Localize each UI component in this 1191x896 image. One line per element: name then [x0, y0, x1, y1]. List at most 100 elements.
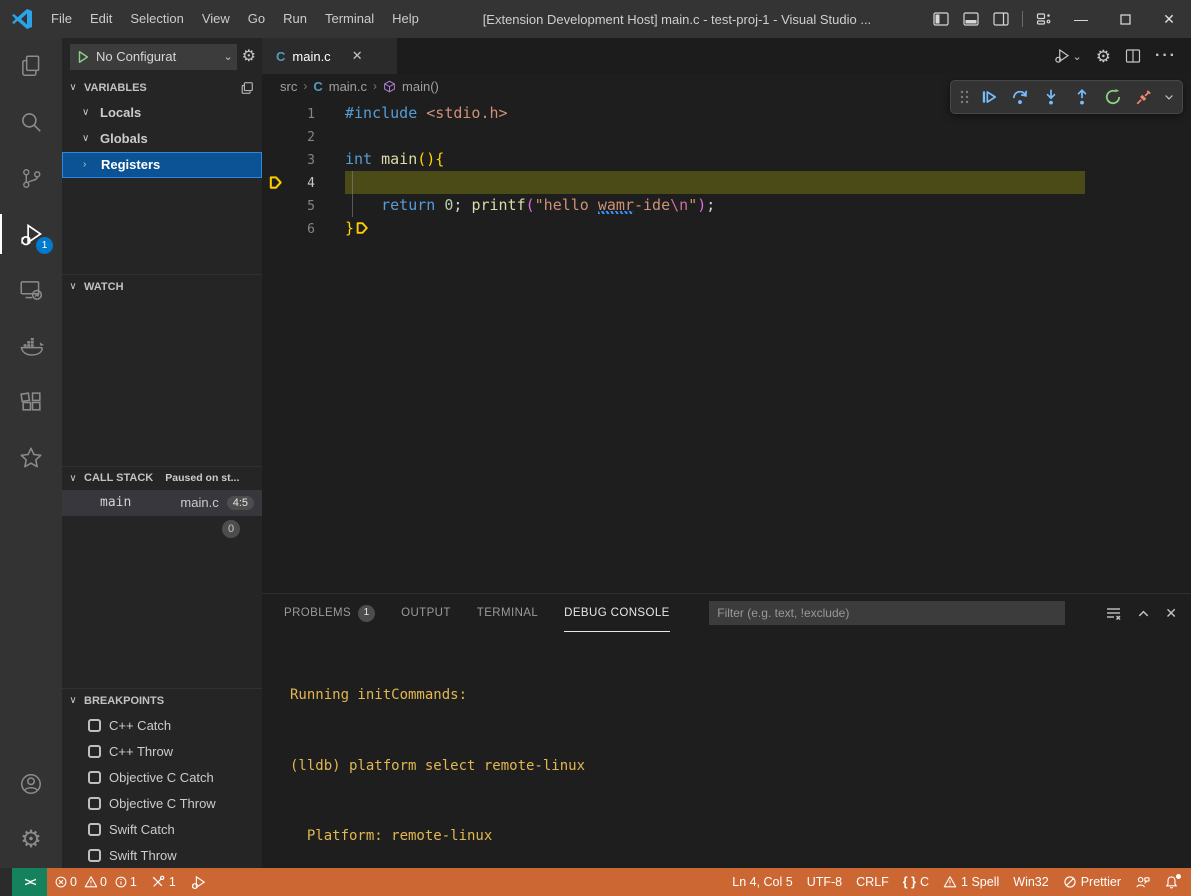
toolbar-drag-grip[interactable]: [956, 83, 972, 111]
ports-tools-status[interactable]: 1: [144, 868, 183, 896]
activity-bar-item-settings[interactable]: ⚙: [0, 812, 62, 868]
copy-icon[interactable]: [240, 81, 254, 95]
variables-section-header[interactable]: ∨ VARIABLES: [62, 76, 262, 100]
chevron-down-icon[interactable]: ⌄: [1073, 50, 1082, 63]
debug-config-dropdown[interactable]: No Configurat ⌄: [70, 44, 237, 70]
tab-bar: C main.c ✕ ⌄ ⚙ ···: [262, 38, 1191, 74]
line-number: 5: [262, 194, 315, 217]
bell-icon: [1164, 875, 1179, 890]
console-line: Running initCommands:: [290, 684, 1191, 708]
variables-item-registers[interactable]: › Registers: [62, 152, 262, 178]
tab-label: main.c: [292, 49, 330, 64]
toggle-sidebar-icon[interactable]: [926, 0, 956, 38]
warning-icon: [84, 875, 98, 889]
activity-bar-item-run-and-debug[interactable]: 1: [0, 206, 62, 262]
disconnect-button[interactable]: [1130, 83, 1158, 111]
activity-bar-item-accounts[interactable]: [0, 756, 62, 812]
activity-bar-item-source-control[interactable]: [0, 150, 62, 206]
checkbox[interactable]: [88, 797, 101, 810]
current-frame-inline-icon: [355, 175, 463, 281]
toggle-secondary-sidebar-icon[interactable]: [986, 0, 1016, 38]
tab-main-c[interactable]: C main.c ✕: [262, 38, 397, 74]
watch-title: WATCH: [84, 281, 124, 293]
split-editor-icon[interactable]: [1125, 48, 1141, 64]
debug-settings-gear-icon[interactable]: ⚙: [242, 49, 256, 65]
continue-button[interactable]: [975, 83, 1003, 111]
breadcrumb-folder[interactable]: src: [280, 79, 297, 94]
close-window-button[interactable]: ✕: [1147, 0, 1191, 38]
breadcrumb-symbol[interactable]: main(): [402, 79, 439, 94]
line-number: 3: [262, 148, 315, 171]
run-or-debug-button[interactable]: ⌄: [1053, 47, 1082, 65]
chevron-right-icon: ›: [373, 79, 377, 93]
breadcrumb-file[interactable]: main.c: [329, 79, 367, 94]
variables-item-locals[interactable]: ∨ Locals: [62, 100, 262, 126]
code-line-3: 3 int main(){: [262, 148, 1191, 171]
problems-status[interactable]: 0 0 1: [47, 875, 144, 889]
menu-edit[interactable]: Edit: [81, 0, 121, 38]
maximize-panel-icon[interactable]: [1136, 606, 1151, 621]
more-actions-icon[interactable]: ···: [1155, 47, 1177, 65]
close-tab-icon[interactable]: ✕: [352, 48, 363, 64]
console-filter-input[interactable]: [709, 601, 1065, 625]
tab-debug-console[interactable]: DEBUG CONSOLE: [564, 594, 670, 632]
breakpoint-cpp-catch[interactable]: C++ Catch: [62, 712, 262, 738]
close-panel-icon[interactable]: ✕: [1165, 605, 1177, 622]
call-stack-section-header[interactable]: ∨ CALL STACK Paused on st...: [62, 466, 262, 490]
menu-go[interactable]: Go: [239, 0, 274, 38]
minimize-button[interactable]: —: [1059, 0, 1103, 38]
code-editor[interactable]: 1 #include <stdio.h> 2 3 int main(){ 4: [262, 98, 1191, 593]
watch-section-header[interactable]: ∨ WATCH: [62, 274, 262, 298]
locals-label: Locals: [100, 105, 141, 120]
breakpoint-objc-throw[interactable]: Objective C Throw: [62, 790, 262, 816]
breakpoint-swift-catch[interactable]: Swift Catch: [62, 816, 262, 842]
checkbox[interactable]: [88, 823, 101, 836]
remote-explorer-icon: [18, 277, 44, 303]
breakpoint-cpp-throw[interactable]: C++ Throw: [62, 738, 262, 764]
debug-session-chevron[interactable]: [1161, 83, 1177, 111]
c-file-icon: C: [276, 49, 285, 64]
call-stack-empty-area: [62, 542, 262, 689]
activity-bar-item-search[interactable]: [0, 94, 62, 150]
tab-output[interactable]: OUTPUT: [401, 594, 451, 632]
activity-bar-item-starred[interactable]: [0, 430, 62, 486]
menu-run[interactable]: Run: [274, 0, 316, 38]
toggle-panel-icon[interactable]: [956, 0, 986, 38]
menu-selection[interactable]: Selection: [121, 0, 192, 38]
step-out-button[interactable]: [1068, 83, 1096, 111]
activity-bar-item-explorer[interactable]: [0, 38, 62, 94]
breakpoint-swift-throw[interactable]: Swift Throw: [62, 842, 262, 868]
customize-layout-icon[interactable]: [1029, 0, 1059, 38]
tab-terminal[interactable]: TERMINAL: [477, 594, 538, 632]
activity-bar-item-extensions[interactable]: [0, 374, 62, 430]
debug-status[interactable]: [183, 868, 214, 896]
chevron-right-icon: ›: [303, 79, 307, 93]
remote-indicator[interactable]: ><: [12, 868, 47, 896]
clear-console-icon[interactable]: [1105, 605, 1122, 622]
continue-icon: [980, 88, 998, 106]
debug-run-icon: [1053, 47, 1071, 65]
restart-button[interactable]: [1099, 83, 1127, 111]
activity-bar: 1 ⚙: [0, 38, 62, 868]
variables-item-globals[interactable]: ∨ Globals: [62, 126, 262, 152]
breakpoints-section-header[interactable]: ∨ BREAKPOINTS: [62, 688, 262, 712]
call-stack-frame-row[interactable]: main main.c 4:5: [62, 490, 262, 516]
breakpoint-objc-catch[interactable]: Objective C Catch: [62, 764, 262, 790]
checkbox[interactable]: [88, 771, 101, 784]
step-over-button[interactable]: [1006, 83, 1034, 111]
checkbox[interactable]: [88, 745, 101, 758]
menu-help[interactable]: Help: [383, 0, 428, 38]
editor-settings-gear-icon[interactable]: ⚙: [1096, 48, 1111, 65]
step-into-button[interactable]: [1037, 83, 1065, 111]
activity-bar-item-remote-explorer[interactable]: [0, 262, 62, 318]
menu-terminal[interactable]: Terminal: [316, 0, 383, 38]
tab-problems[interactable]: PROBLEMS 1: [284, 594, 375, 632]
maximize-button[interactable]: [1103, 0, 1147, 38]
start-debug-icon: [76, 50, 90, 64]
menu-file[interactable]: File: [42, 0, 81, 38]
activity-bar-item-docker[interactable]: [0, 318, 62, 374]
checkbox[interactable]: [88, 849, 101, 862]
menu-view[interactable]: View: [193, 0, 239, 38]
current-frame-gutter-icon[interactable]: [268, 175, 283, 190]
checkbox[interactable]: [88, 719, 101, 732]
